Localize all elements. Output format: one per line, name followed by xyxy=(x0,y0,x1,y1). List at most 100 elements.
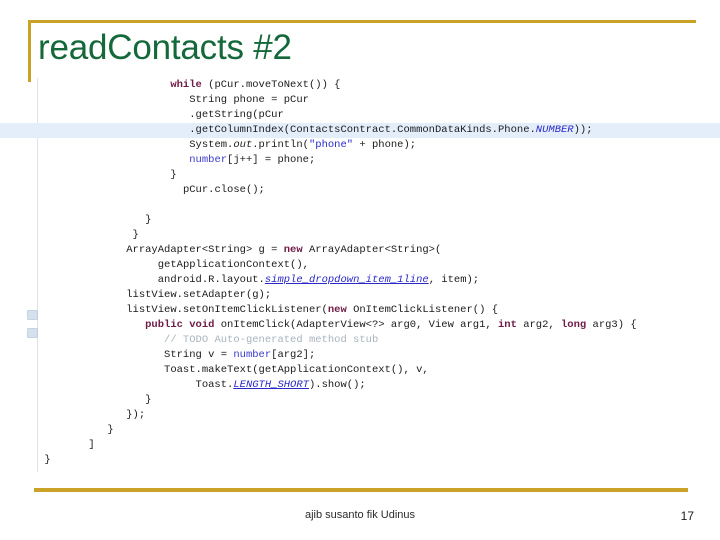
code-line: getApplicationContext(), xyxy=(0,258,720,273)
code-line: listView.setOnItemClickListener(new OnIt… xyxy=(0,303,720,318)
code-line: public void onItemClick(AdapterView<?> a… xyxy=(0,318,720,333)
code-line: System.out.println("phone" + phone); xyxy=(0,138,720,153)
page-number: 17 xyxy=(680,509,694,523)
code-line: } xyxy=(0,213,720,228)
title-left-accent-bar xyxy=(28,20,31,82)
code-token: ArrayAdapter<String>( xyxy=(302,244,442,256)
code-token: number xyxy=(189,154,228,166)
code-token: }); xyxy=(126,409,146,421)
code-token: new xyxy=(327,304,347,316)
code-line: } xyxy=(0,423,720,438)
code-token: + phone); xyxy=(353,139,417,151)
code-token: pCur.close(); xyxy=(182,184,265,196)
code-token: NUMBER xyxy=(535,124,574,136)
code-token: } xyxy=(107,424,114,436)
code-editor-pane: while (pCur.moveToNext()) { String phone… xyxy=(0,78,720,472)
code-token: } xyxy=(132,229,139,241)
code-token: )); xyxy=(573,124,593,136)
code-line: // TODO Auto-generated method stub xyxy=(0,333,720,348)
code-block: while (pCur.moveToNext()) { String phone… xyxy=(0,78,720,468)
code-token: LENGTH_SHORT xyxy=(233,379,309,391)
slide-canvas: readContacts #2 while (pCur.moveToNext()… xyxy=(0,0,720,540)
code-line: Toast.LENGTH_SHORT).show(); xyxy=(0,378,720,393)
code-token: number xyxy=(233,349,272,361)
code-token: String v = xyxy=(164,349,234,361)
code-token: } xyxy=(145,214,152,226)
code-line: } xyxy=(0,453,720,468)
page-title: readContacts #2 xyxy=(38,28,292,67)
code-token: (pCur.moveToNext()) { xyxy=(201,79,341,91)
code-token: } xyxy=(145,394,152,406)
code-line: .getColumnIndex(ContactsContract.CommonD… xyxy=(0,123,720,138)
code-token: .getString(pCur xyxy=(189,109,284,121)
code-token: out xyxy=(233,139,253,151)
code-line: ArrayAdapter<String> g = new ArrayAdapte… xyxy=(0,243,720,258)
footer-rule xyxy=(34,488,688,492)
code-token: ArrayAdapter<String> g = xyxy=(126,244,284,256)
code-token: System. xyxy=(189,139,234,151)
code-line: }); xyxy=(0,408,720,423)
code-line: String phone = pCur xyxy=(0,93,720,108)
code-token: while xyxy=(170,79,202,91)
code-token: listView.setAdapter(g); xyxy=(126,289,272,301)
code-token: .println( xyxy=(252,139,309,151)
code-line: listView.setAdapter(g); xyxy=(0,288,720,303)
code-token: // TODO Auto-generated method stub xyxy=(164,334,379,346)
code-token: } xyxy=(170,169,177,181)
code-line: String v = number[arg2]; xyxy=(0,348,720,363)
code-token: listView.setOnItemClickListener( xyxy=(126,304,328,316)
code-token: int xyxy=(497,319,517,331)
code-token: } xyxy=(44,454,51,466)
code-token: , item); xyxy=(428,274,480,286)
code-token: getApplicationContext(), xyxy=(157,259,309,271)
code-token: onItemClick(AdapterView<?> arg0, View ar… xyxy=(214,319,498,331)
code-token: ] xyxy=(88,439,95,451)
title-top-rule xyxy=(28,20,696,23)
code-token: [j++] = phone; xyxy=(227,154,316,166)
code-token: .getColumnIndex(ContactsContract.CommonD… xyxy=(189,124,536,136)
code-line: } xyxy=(0,168,720,183)
code-token: ).show(); xyxy=(308,379,366,391)
code-line: } xyxy=(0,228,720,243)
code-token: long xyxy=(561,319,587,331)
code-line: number[j++] = phone; xyxy=(0,153,720,168)
code-token: arg2, xyxy=(516,319,561,331)
code-token: Toast. xyxy=(195,379,234,391)
code-line: pCur.close(); xyxy=(0,183,720,198)
code-token: [arg2]; xyxy=(271,349,316,361)
code-token: arg3) { xyxy=(586,319,637,331)
code-line: .getString(pCur xyxy=(0,108,720,123)
code-token: android.R.layout. xyxy=(157,274,265,286)
code-token: new xyxy=(283,244,303,256)
code-line: while (pCur.moveToNext()) { xyxy=(0,78,720,93)
code-token: simple_dropdown_item_1line xyxy=(264,274,429,286)
code-line: Toast.makeText(getApplicationContext(), … xyxy=(0,363,720,378)
code-token: public void xyxy=(145,319,215,331)
code-token: Toast.makeText(getApplicationContext(), … xyxy=(164,364,429,376)
code-line: android.R.layout.simple_dropdown_item_1l… xyxy=(0,273,720,288)
